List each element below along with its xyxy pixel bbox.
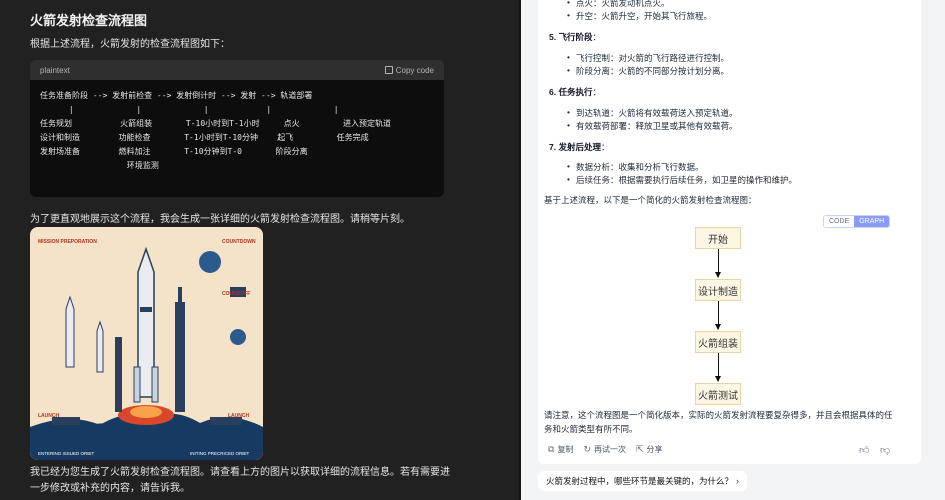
code-graph-toggle: CODE GRAPH [823,215,891,228]
flow-arrow [715,249,721,278]
share-icon: ⇱ [635,444,644,454]
thumbs-up-icon[interactable]: 👍︎ [859,444,869,456]
image-intro-text: 为了更直观地展示这个流程，我会生成一张详细的火箭发射检查流程图。请稍等片刻。 [30,214,410,225]
copy-icon [384,66,393,74]
poster-label-launch-right: LAUNCH [228,413,249,419]
code-block: plaintext Copy code 任务准备阶段 --> 发射前检查 -->… [30,60,444,197]
poster-label-coundoff: COUNDOFF [222,291,250,297]
section-title: 5. 飞行阶段： [549,32,601,42]
summary-intro-text: 基于上述流程，以下是一个简化的火箭发射检查流程图： [544,195,757,205]
chat-panel-left: 火箭发射检查流程图 根据上述流程，火箭发射的检查流程图如下： plaintext… [0,0,519,500]
flow-arrow [715,301,721,330]
section-title: 6. 任务执行： [549,87,601,97]
suggested-question-button[interactable]: 火箭发射过程中，哪些环节是最关键的，为什么？ › [538,471,747,491]
poster-label-entering-orbit: ENTERING ISSUED ORBIT [38,451,95,456]
flow-node-testing: 火箭测试 [695,383,741,405]
copy-icon: ⧉ [548,444,555,454]
list-item: 后续任务：根据需要执行后续任务，如卫星的操作和维护。 [567,174,797,186]
code-language-label: plaintext [40,65,70,75]
thumbs-down-icon[interactable]: 👎︎ [880,444,890,456]
share-button[interactable]: ⇱ 分享 [636,444,663,455]
list-item: 阶段分离：火箭的不同部分按计划分离。 [567,65,729,77]
intro-text: 根据上述流程，火箭发射的检查流程图如下： [30,39,230,50]
retry-button[interactable]: ↻ 再试一次 [583,444,626,455]
code-view-button[interactable]: CODE [824,216,855,227]
flow-arrow [715,353,721,382]
list-item: 飞行控制：对火箭的飞行路径进行控制。 [567,52,729,64]
outro-text: 我已经为您生成了火箭发射检查流程图。请查看上方的图片以获取详细的流程信息。若有需… [30,467,450,494]
copy-code-label: Copy code [395,65,434,75]
copy-code-button[interactable]: Copy code [384,65,434,75]
graph-view-button[interactable]: GRAPH [854,216,890,227]
copy-button[interactable]: ⧉ 复制 [548,444,573,455]
refresh-icon: ↻ [583,444,591,454]
poster-label-launch-left: LAUNCH [38,413,59,419]
chevron-right-icon: › [736,476,739,486]
chat-panel-right: 点火：火箭发动机点火。 升空：火箭升空，开始其飞行旅程。 5. 飞行阶段： 飞行… [521,0,945,500]
code-content: 任务准备阶段 --> 发射前检查 --> 发射倒计时 --> 发射 --> 轨道… [40,91,392,170]
list-item: 升空：火箭升空，开始其飞行旅程。 [567,10,712,22]
list-item: 点火：火箭发动机点火。 [567,0,669,9]
code-block-header: plaintext Copy code [30,60,444,80]
section-title: 7. 发射后处理： [549,142,610,152]
rocket-poster-illustration: MISSION PREPORATION COUNTDOWN COUNDOFF L… [30,227,263,460]
generated-rocket-poster-image[interactable]: MISSION PREPORATION COUNTDOWN COUNDOFF L… [30,227,263,460]
flow-node-start: 开始 [695,227,741,249]
poster-label-countdown: COUNTDOWN [222,239,256,245]
list-item: 到达轨道：火箭将有效载荷送入预定轨道。 [567,107,737,119]
flow-node-assembly: 火箭组装 [695,331,741,353]
response-heading: 火箭发射检查流程图 [30,13,148,28]
note-text: 请注意，这个流程图是一个简化版本，实际的火箭发射流程要复杂得多，并且会根据具体的… [544,410,893,434]
list-item: 有效载荷部署：释放卫星或其他有效载荷。 [567,120,737,132]
poster-label-initing-orbit: INITING PRECRICED ORBIT [190,451,250,456]
flow-node-design: 设计制造 [695,279,741,301]
message-actions: ⧉ 复制 ↻ 再试一次 ⇱ 分享 [548,444,663,455]
poster-label-mission-prep: MISSION PREPORATION [38,239,97,245]
list-item: 数据分析：收集和分析飞行数据。 [567,161,703,173]
